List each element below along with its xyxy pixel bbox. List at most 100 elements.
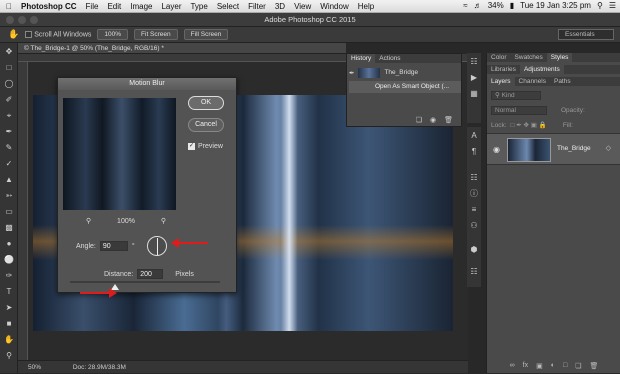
actions-play-icon[interactable]: ▶ <box>469 73 479 83</box>
healing-icon[interactable]: ✎ <box>4 143 14 153</box>
zoom-in-icon[interactable]: ⚲ <box>161 217 166 225</box>
scroll-all-checkbox[interactable] <box>25 30 33 38</box>
tab-swatches[interactable]: Swatches <box>511 53 547 62</box>
move-icon[interactable]: ✥ <box>4 47 14 57</box>
history-brush-source-icon[interactable]: ✒ <box>349 69 354 77</box>
tab-styles[interactable]: Styles <box>546 53 573 62</box>
paragraph-icon[interactable]: ¶ <box>469 147 479 157</box>
brush-panel-icon[interactable]: ⚇ <box>469 221 479 231</box>
angle-input[interactable]: 90 <box>99 241 128 251</box>
close-icon[interactable] <box>6 16 14 24</box>
battery-icon[interactable]: ▮ <box>510 1 514 10</box>
battery-percent[interactable]: 34% <box>488 1 504 10</box>
kind-filter[interactable]: ⚲ Kind <box>491 90 541 100</box>
lasso-icon[interactable]: ◯ <box>4 79 14 89</box>
ok-button[interactable]: OK <box>188 96 224 110</box>
dodge-icon[interactable]: ⚪ <box>4 255 14 265</box>
scroll-all-windows[interactable]: Scroll All Windows <box>25 30 91 38</box>
checkmark-icon[interactable]: ✓ <box>188 143 195 150</box>
menu-file[interactable]: File <box>86 2 99 11</box>
layer-name[interactable]: The_Bridge <box>557 145 591 152</box>
tab-actions[interactable]: Actions <box>375 54 404 63</box>
path-select-icon[interactable]: ➤ <box>4 303 14 313</box>
minimize-icon[interactable] <box>18 16 26 24</box>
camera-icon[interactable]: ◉ <box>430 116 436 124</box>
new-layer-icon[interactable]: ❏ <box>575 362 581 370</box>
workspace-select[interactable]: Essentials <box>558 29 614 40</box>
volume-icon[interactable]: ♬ <box>474 1 482 10</box>
tab-channels[interactable]: Channels <box>515 77 550 86</box>
gradient-icon[interactable]: ▩ <box>4 223 14 233</box>
tab-color[interactable]: Color <box>487 53 511 62</box>
tab-adjustments[interactable]: Adjustments <box>519 65 564 74</box>
clock[interactable]: Tue 19 Jan 3:25 pm <box>520 1 591 10</box>
blend-mode-select[interactable]: Normal <box>491 105 547 115</box>
smart-filter-icon[interactable]: ◇ <box>606 144 611 152</box>
history-state[interactable]: Open As Smart Object (... <box>349 81 461 93</box>
menu-image[interactable]: Image <box>130 2 152 11</box>
info-icon[interactable]: ⓘ <box>469 189 479 199</box>
mask-icon[interactable]: ▣ <box>536 362 543 370</box>
lock-icons[interactable]: □ ✒ ✥ ▣ 🔒 <box>511 121 547 129</box>
menu-view[interactable]: View <box>294 2 311 11</box>
folder-icon[interactable]: □ <box>563 362 567 369</box>
fill-screen-button[interactable]: Fill Screen <box>183 29 229 40</box>
menu-list-icon[interactable]: ☰ <box>609 1 616 10</box>
tab-history[interactable]: History <box>347 54 376 63</box>
shape-icon[interactable]: ■ <box>4 319 14 329</box>
marquee-icon[interactable]: □ <box>4 63 14 73</box>
tab-libraries[interactable]: Libraries <box>487 65 520 74</box>
document-tab[interactable]: © The_Bridge-1 @ 50% (The_Bridge, RGB/16… <box>18 43 346 54</box>
visibility-eye-icon[interactable]: ◉ <box>493 145 500 154</box>
wifi-icon[interactable]: ≈ <box>463 1 467 10</box>
eyedropper-icon[interactable]: ✒ <box>4 127 14 137</box>
distance-input[interactable]: 200 <box>137 269 164 279</box>
fit-screen-button[interactable]: Fit Screen <box>134 29 178 40</box>
apple-icon[interactable]:  <box>6 2 12 11</box>
zoom-level[interactable]: 50% <box>28 364 41 371</box>
menu-window[interactable]: Window <box>320 2 348 11</box>
menu-app-name[interactable]: Photoshop CC <box>21 2 77 11</box>
character-icon[interactable]: A <box>469 131 479 141</box>
history-snapshot[interactable]: ✒ The_Bridge <box>349 66 461 79</box>
trash-icon[interactable]: 🗑 <box>444 116 453 124</box>
adjustment-sliders-icon[interactable]: ≡ <box>469 205 479 215</box>
layer-row[interactable]: ◉ The_Bridge ◇ <box>487 133 620 165</box>
3d-cube-icon[interactable]: ⬢ <box>469 245 479 255</box>
adjustment-layer-icon[interactable]: ◐ <box>551 362 555 369</box>
menu-filter[interactable]: Filter <box>248 2 266 11</box>
eraser-icon[interactable]: ▭ <box>4 207 14 217</box>
link-icon[interactable]: ∞ <box>510 362 515 369</box>
blur-icon[interactable]: ● <box>4 239 14 249</box>
menu-layer[interactable]: Layer <box>161 2 181 11</box>
cancel-button[interactable]: Cancel <box>188 118 224 132</box>
menu-type[interactable]: Type <box>190 2 207 11</box>
hand-icon[interactable]: ✋ <box>4 335 14 345</box>
menu-select[interactable]: Select <box>217 2 239 11</box>
history-brush-icon[interactable]: ➳ <box>4 191 14 201</box>
preview-checkbox[interactable]: ✓ Preview <box>188 143 223 150</box>
info-panel-icon[interactable]: ▦ <box>469 89 479 99</box>
menu-edit[interactable]: Edit <box>107 2 121 11</box>
brush-icon[interactable]: ✓ <box>4 159 14 169</box>
distance-slider-track[interactable] <box>70 281 220 283</box>
fx-icon[interactable]: fx <box>523 362 528 369</box>
pen-icon[interactable]: ✑ <box>4 271 14 281</box>
angle-dial[interactable] <box>147 236 167 256</box>
type-icon[interactable]: T <box>4 287 14 297</box>
layer-thumbnail[interactable] <box>507 138 551 162</box>
stamp-icon[interactable]: ▲ <box>4 175 14 185</box>
preview-thumbnail[interactable] <box>63 98 176 210</box>
crop-icon[interactable]: ⌖ <box>4 111 14 121</box>
properties-icon[interactable]: ☷ <box>469 173 479 183</box>
zoom-tool-icon[interactable]: ⚲ <box>4 351 14 361</box>
tab-layers[interactable]: Layers <box>487 77 515 86</box>
hand-tool-icon[interactable]: ✋ <box>8 29 19 40</box>
search-icon[interactable]: ⚲ <box>597 1 603 10</box>
new-document-icon[interactable]: ❏ <box>416 116 422 124</box>
timeline-icon[interactable]: ☷ <box>469 267 479 277</box>
quick-select-icon[interactable]: ✐ <box>4 95 14 105</box>
zoom-100-button[interactable]: 100% <box>97 29 129 40</box>
menu-3d[interactable]: 3D <box>275 2 285 11</box>
tab-paths[interactable]: Paths <box>550 77 575 86</box>
